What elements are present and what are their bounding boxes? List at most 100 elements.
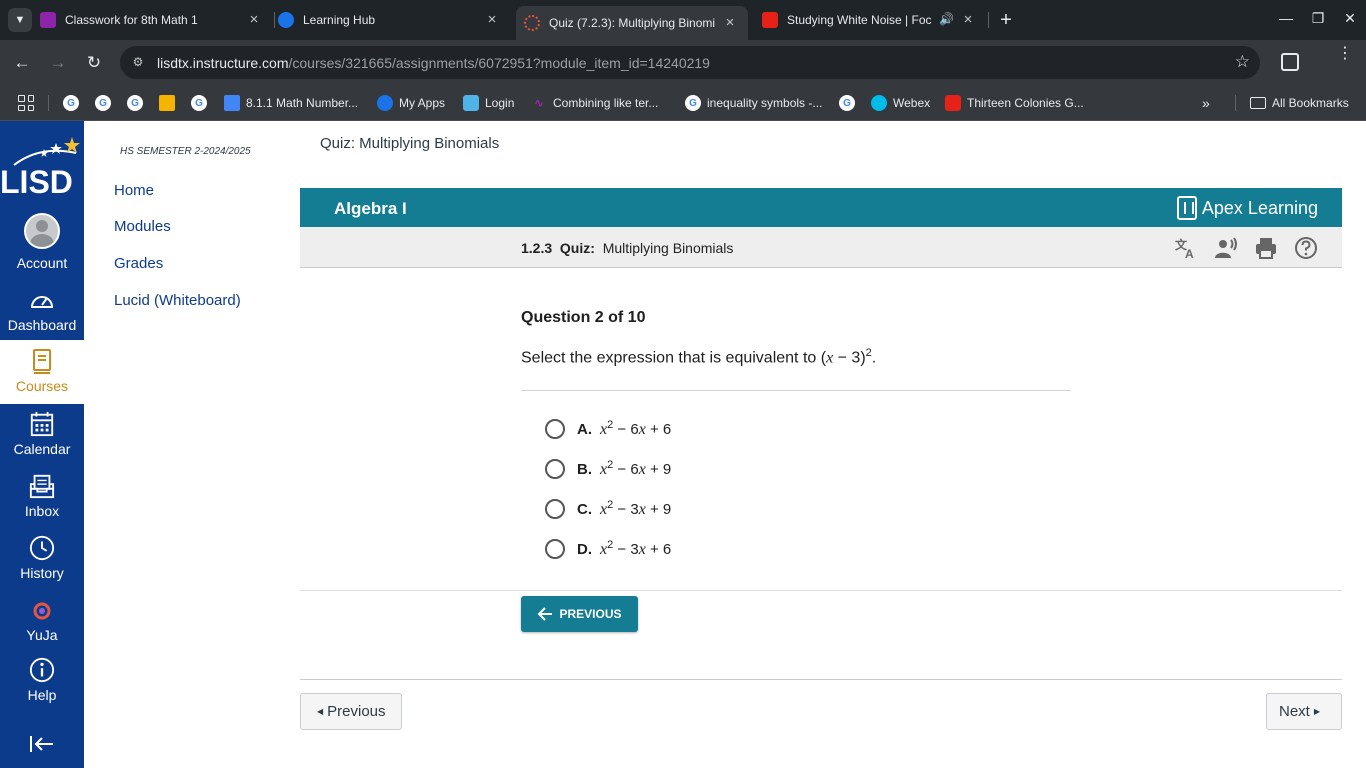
google-icon: G	[839, 95, 855, 111]
restore-icon[interactable]: ❐	[1308, 10, 1328, 27]
more-bookmarks-icon[interactable]: »	[1202, 93, 1210, 113]
divider	[300, 590, 1342, 591]
page-title: Quiz: Multiplying Binomials	[320, 135, 500, 152]
option-expression: x2 − 6x + 9	[600, 459, 672, 478]
bookmark-slides[interactable]	[159, 93, 181, 113]
term-label: HS SEMESTER 2-2024/2025	[120, 146, 251, 157]
answer-option-b[interactable]: B. x2 − 6x + 9	[545, 458, 671, 480]
option-expression: x2 − 6x + 6	[600, 419, 672, 438]
apex-logo-icon	[1176, 196, 1197, 220]
address-bar[interactable]: ⚙ lisdtx.instructure.com/courses/321665/…	[120, 46, 1260, 79]
activity-breadcrumb: 1.2.3 Quiz: Multiplying Binomials	[521, 240, 734, 256]
google-icon: G	[95, 95, 111, 111]
bookmark-google[interactable]: G	[127, 93, 149, 113]
google-icon: G	[685, 95, 701, 111]
course-nav-grades[interactable]: Grades	[114, 255, 163, 272]
course-nav-home[interactable]: Home	[114, 182, 154, 199]
dashboard-icon	[31, 296, 53, 308]
gnav-yuja[interactable]: YuJa	[0, 601, 84, 663]
divider	[521, 390, 1071, 391]
all-bookmarks[interactable]: All Bookmarks	[1250, 93, 1349, 113]
reload-button[interactable]: ↻	[83, 52, 105, 74]
gnav-account[interactable]: Account	[0, 213, 84, 275]
text-to-speech-icon[interactable]	[1214, 236, 1238, 260]
apex-previous-button[interactable]: PREVIOUS	[521, 596, 638, 632]
answer-option-c[interactable]: C. x2 − 3x + 9	[545, 498, 671, 520]
folder-icon	[1250, 97, 1266, 109]
apex-header: Algebra I Apex Learning	[300, 188, 1342, 227]
bookmarks-bar: G G G G 8.1.1 Math Number... My Apps Log…	[0, 85, 1366, 121]
close-icon[interactable]: ×	[722, 15, 738, 31]
help-icon	[29, 657, 55, 683]
tab-white-noise[interactable]: Studying White Noise | Foc 🔊 ×	[754, 6, 986, 34]
close-icon[interactable]: ×	[246, 12, 262, 28]
question-counter: Question 2 of 10	[521, 309, 646, 326]
bookmark-inequality[interactable]: Ginequality symbols -...	[685, 93, 822, 113]
extensions-icon[interactable]	[1281, 53, 1299, 71]
google-icon: G	[63, 95, 79, 111]
tab-quiz[interactable]: Quiz (7.2.3): Multiplying Binomi ×	[516, 6, 748, 40]
radio-button[interactable]	[545, 459, 565, 479]
new-tab-button[interactable]: +	[996, 10, 1016, 30]
gnav-inbox[interactable]: Inbox	[0, 473, 84, 535]
url-text[interactable]: lisdtx.instructure.com/courses/321665/as…	[157, 55, 710, 71]
minimize-icon[interactable]: —	[1276, 10, 1296, 26]
course-nav-modules[interactable]: Modules	[114, 218, 171, 235]
radio-button[interactable]	[545, 539, 565, 559]
close-window-icon[interactable]: ✕	[1340, 10, 1360, 27]
bookmark-google[interactable]: G	[63, 93, 85, 113]
radio-button[interactable]	[545, 419, 565, 439]
bookmark-google[interactable]: G	[95, 93, 117, 113]
tab-classwork[interactable]: Classwork for 8th Math 1 ×	[40, 6, 272, 34]
speaker-icon[interactable]: 🔊	[939, 12, 954, 26]
loading-icon	[524, 15, 540, 31]
webex-icon	[871, 95, 887, 111]
gnav-label: Account	[16, 255, 68, 271]
answer-option-a[interactable]: A. x2 − 6x + 6	[545, 418, 671, 440]
courses-icon	[33, 349, 51, 374]
bookmark-star-icon[interactable]: ☆	[1235, 52, 1250, 72]
course-nav-lucid[interactable]: Lucid (Whiteboard)	[114, 292, 241, 309]
browser-menu-icon[interactable]: ⋮	[1337, 46, 1353, 62]
bookmark-webex[interactable]: Webex	[871, 93, 930, 113]
gnav-help[interactable]: Help	[0, 657, 84, 719]
gnav-calendar[interactable]: Calendar	[0, 411, 84, 473]
question-prompt: Select the expression that is equivalent…	[521, 347, 877, 367]
close-icon[interactable]: ×	[960, 12, 976, 28]
bookmark-thirteen-colonies[interactable]: Thirteen Colonies G...	[945, 93, 1084, 113]
gnav-courses[interactable]: Courses	[0, 340, 84, 404]
collapse-nav-button[interactable]	[0, 733, 84, 763]
bookmark-combining[interactable]: ∿ Combining like ter...	[531, 93, 658, 113]
back-button[interactable]: ←	[11, 52, 33, 74]
gnav-label: Courses	[15, 378, 69, 394]
yuja-icon	[33, 602, 51, 620]
global-navigation: LISD Account Dashboard Courses Calendar …	[0, 121, 84, 768]
previous-module-item-button[interactable]: ◀ Previous	[300, 693, 402, 730]
apps-grid-icon[interactable]	[18, 95, 34, 111]
lisd-logo[interactable]: LISD	[0, 131, 84, 201]
bookmark-google[interactable]: G	[839, 93, 861, 113]
help-circle-icon[interactable]	[1294, 236, 1318, 260]
gnav-label: Dashboard	[7, 317, 77, 333]
browser-toolbar: ← → ↻ ⚙ lisdtx.instructure.com/courses/3…	[0, 40, 1366, 85]
site-info-icon[interactable]: ⚙	[130, 54, 146, 70]
gnav-label: Inbox	[24, 503, 60, 519]
tab-learning-hub[interactable]: Learning Hub ×	[278, 6, 510, 34]
clock-icon	[29, 535, 55, 561]
next-module-item-button[interactable]: Next ▶	[1266, 693, 1342, 730]
translate-icon[interactable]: 文 A	[1174, 236, 1198, 260]
google-icon: G	[191, 95, 207, 111]
bookmark-math-number[interactable]: 8.1.1 Math Number...	[224, 93, 358, 113]
print-icon[interactable]	[1254, 236, 1278, 260]
gnav-history[interactable]: History	[0, 535, 84, 597]
radio-button[interactable]	[545, 499, 565, 519]
svg-text:A: A	[1185, 247, 1194, 260]
tab-title: Learning Hub	[303, 13, 376, 27]
answer-option-d[interactable]: D. x2 − 3x + 6	[545, 538, 671, 560]
bookmark-google[interactable]: G	[191, 93, 213, 113]
forward-button[interactable]: →	[47, 52, 69, 74]
bookmark-login[interactable]: Login	[463, 93, 514, 113]
bookmark-my-apps[interactable]: My Apps	[377, 93, 445, 113]
close-icon[interactable]: ×	[484, 12, 500, 28]
tab-search-button[interactable]: ▼	[8, 8, 32, 32]
